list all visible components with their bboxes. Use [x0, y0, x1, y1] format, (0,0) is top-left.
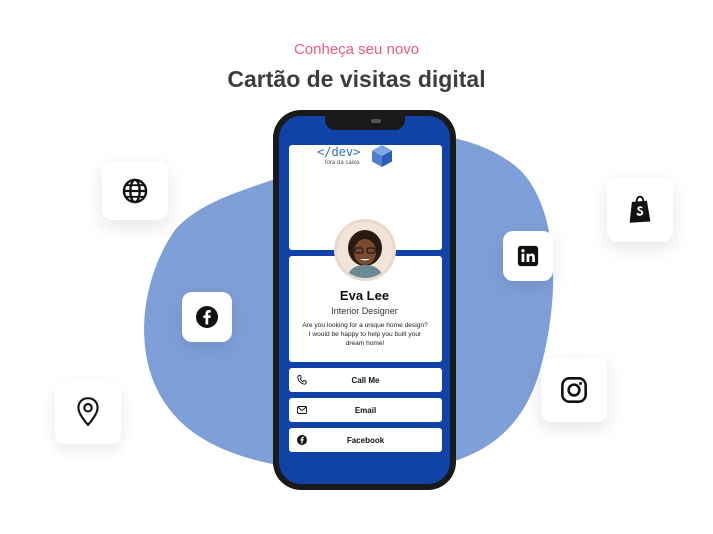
phone-screen: </dev> fora da caixa Eva Lee Interior De… [279, 116, 450, 484]
shopify-tile[interactable] [607, 178, 673, 242]
facebook-icon [196, 306, 218, 328]
instagram-tile[interactable] [541, 358, 607, 422]
phone-mockup: </dev> fora da caixa Eva Lee Interior De… [273, 110, 456, 490]
linkedin-tile[interactable] [503, 231, 553, 281]
mail-icon [297, 406, 307, 414]
globe-tile[interactable] [102, 162, 168, 220]
email-label: Email [354, 405, 377, 415]
logo-text: </dev> [317, 145, 361, 159]
instagram-icon [561, 377, 587, 403]
globe-icon [122, 178, 148, 204]
phone-notch [325, 116, 405, 130]
facebook-label: Facebook [346, 435, 385, 445]
linkedin-icon [517, 245, 539, 267]
call-me-label: Call Me [351, 375, 380, 385]
profile-bio: Are you looking for a unique home design… [302, 322, 428, 347]
logo-tagline: fora da caixa [325, 160, 360, 166]
call-me-button[interactable]: Call Me [289, 368, 442, 392]
facebook-button[interactable]: Facebook [289, 428, 442, 452]
location-tile[interactable] [55, 380, 121, 444]
phone-camera [371, 119, 381, 123]
phone-icon [297, 375, 307, 385]
facebook-tile[interactable] [182, 292, 232, 342]
shopify-icon [629, 195, 651, 223]
email-button[interactable]: Email [289, 398, 442, 422]
facebook-icon [297, 435, 307, 445]
profile-role: Interior Designer [331, 306, 398, 316]
profile-name: Eva Lee [339, 288, 390, 303]
avatar [334, 219, 396, 281]
location-pin-icon [77, 397, 99, 427]
logo-cube-icon [372, 145, 392, 167]
